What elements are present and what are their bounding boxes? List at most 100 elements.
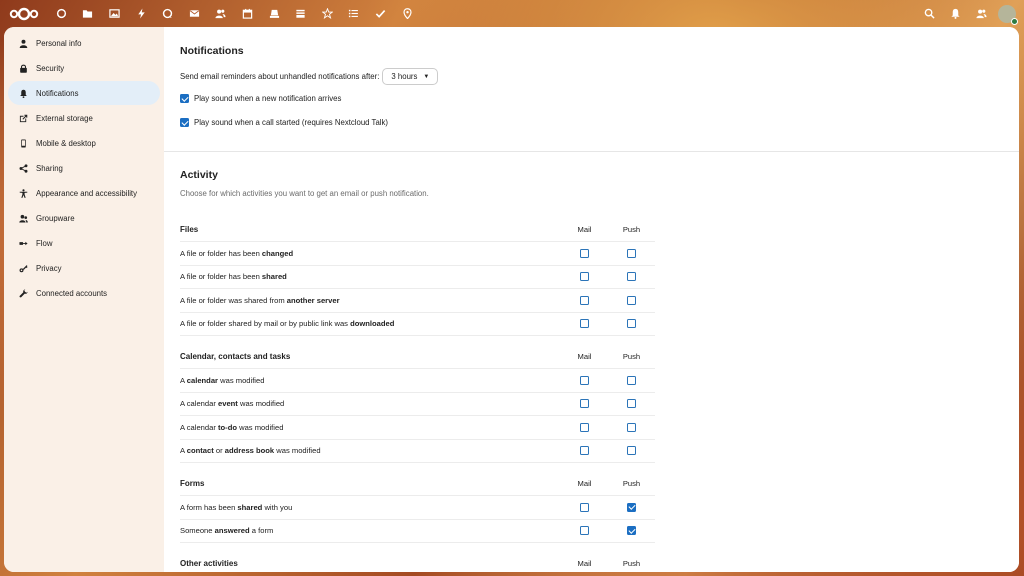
flow-icon bbox=[18, 238, 28, 248]
mail-cell bbox=[561, 375, 608, 385]
activity-row: A form has been shared with you bbox=[180, 496, 655, 520]
nextcloud-logo[interactable] bbox=[6, 0, 42, 27]
app-menu bbox=[48, 0, 420, 27]
push-checkbox[interactable] bbox=[627, 375, 636, 385]
dashboard-icon[interactable] bbox=[48, 0, 75, 27]
online-status-indicator bbox=[1011, 17, 1018, 25]
mail-icon[interactable] bbox=[181, 0, 208, 27]
activity-group-header: Files Mail Push bbox=[180, 218, 655, 242]
sidebar-item-appearance-and-accessibility[interactable]: Appearance and accessibility bbox=[8, 181, 160, 205]
section-divider bbox=[164, 151, 1019, 152]
play-sound-notification-row[interactable]: Play sound when a new notification arriv… bbox=[180, 94, 341, 103]
activity-row-label: A file or folder has been shared bbox=[180, 272, 561, 281]
mail-checkbox[interactable] bbox=[580, 422, 589, 432]
mail-checkbox[interactable] bbox=[580, 502, 589, 512]
mail-checkbox[interactable] bbox=[580, 248, 589, 258]
mail-checkbox[interactable] bbox=[580, 295, 589, 305]
mail-checkbox[interactable] bbox=[580, 272, 589, 282]
mail-checkbox[interactable] bbox=[580, 526, 589, 536]
activity-row: A calendar was modified bbox=[180, 369, 655, 393]
deck-icon[interactable] bbox=[287, 0, 314, 27]
activity-group-title: Forms bbox=[180, 479, 205, 488]
play-sound-notification-label: Play sound when a new notification arriv… bbox=[194, 94, 342, 103]
activity-row: A file or folder has been changed bbox=[180, 242, 655, 266]
wrench-icon bbox=[18, 288, 28, 298]
activity-row-text: was modified bbox=[237, 399, 285, 409]
sidebar-item-connected-accounts[interactable]: Connected accounts bbox=[8, 281, 160, 305]
avatar[interactable] bbox=[998, 4, 1018, 25]
mail-cell bbox=[561, 272, 608, 282]
mail-cell bbox=[561, 422, 608, 432]
activity-row-label: A file or folder has been changed bbox=[180, 249, 561, 258]
play-sound-call-checkbox[interactable] bbox=[180, 118, 189, 127]
play-sound-notification-checkbox[interactable] bbox=[180, 94, 189, 103]
mail-checkbox[interactable] bbox=[580, 446, 589, 456]
activity-settings-table: Files Mail Push A file or folder has been c… bbox=[180, 218, 655, 572]
share-icon bbox=[18, 163, 28, 173]
notifications-icon[interactable] bbox=[942, 0, 968, 27]
talk-icon[interactable] bbox=[154, 0, 181, 27]
chevron-down-icon: ▼ bbox=[423, 73, 430, 80]
activity-row-text: A file or folder has been bbox=[180, 248, 262, 258]
sidebar-item-mobile-desktop[interactable]: Mobile & desktop bbox=[8, 131, 160, 155]
activity-row-text: A file or folder shared by mail or by pu… bbox=[180, 319, 351, 329]
mail-column-label: Mail bbox=[577, 479, 592, 488]
activity-row-text: was modified bbox=[218, 375, 265, 385]
calendar-icon[interactable] bbox=[234, 0, 261, 27]
push-checkbox[interactable] bbox=[627, 272, 636, 282]
push-checkbox[interactable] bbox=[627, 526, 636, 536]
sidebar-item-security[interactable]: Security bbox=[8, 56, 160, 80]
mail-cell bbox=[561, 248, 608, 258]
mail-checkbox[interactable] bbox=[580, 399, 589, 409]
lock-icon bbox=[18, 63, 28, 73]
activity-row-text: A file or folder was shared from bbox=[180, 295, 287, 305]
search-icon[interactable] bbox=[916, 0, 942, 27]
activity-row-emphasis: to-do bbox=[218, 422, 237, 432]
activity-row: A file or folder shared by mail or by pu… bbox=[180, 313, 655, 336]
push-checkbox[interactable] bbox=[627, 319, 636, 329]
maps-icon[interactable] bbox=[394, 0, 421, 27]
notes-icon[interactable] bbox=[261, 0, 288, 27]
sidebar-item-groupware[interactable]: Groupware bbox=[8, 206, 160, 230]
tasks-check-icon[interactable] bbox=[367, 0, 394, 27]
activity-row-text: with you bbox=[262, 502, 293, 512]
sidebar-item-external-storage[interactable]: External storage bbox=[8, 106, 160, 130]
header bbox=[0, 0, 1024, 27]
activity-row-text: A bbox=[180, 446, 187, 456]
files-icon[interactable] bbox=[75, 0, 102, 27]
tasks-list-icon[interactable] bbox=[341, 0, 368, 27]
mail-checkbox[interactable] bbox=[580, 375, 589, 385]
forms-icon[interactable] bbox=[314, 0, 341, 27]
activity-row-text: was modified bbox=[236, 422, 284, 432]
activity-group-header: Other activities Mail Push bbox=[180, 552, 655, 572]
push-checkbox[interactable] bbox=[627, 502, 636, 512]
push-checkbox[interactable] bbox=[627, 399, 636, 409]
mail-checkbox[interactable] bbox=[580, 319, 589, 329]
sidebar-item-flow[interactable]: Flow bbox=[8, 231, 160, 255]
activity-icon[interactable] bbox=[128, 0, 155, 27]
contacts-icon[interactable] bbox=[208, 0, 235, 27]
activity-row-emphasis: answered bbox=[214, 526, 250, 536]
photos-icon[interactable] bbox=[101, 0, 128, 27]
email-reminder-select[interactable]: 3 hours ▼ bbox=[382, 68, 439, 85]
sidebar-item-notifications[interactable]: Notifications bbox=[8, 81, 160, 105]
push-column-label: Push bbox=[622, 225, 641, 234]
email-reminder-label: Send email reminders about unhandled not… bbox=[180, 72, 380, 81]
push-checkbox[interactable] bbox=[627, 248, 636, 258]
push-checkbox[interactable] bbox=[627, 422, 636, 432]
contacts-menu-icon[interactable] bbox=[968, 0, 994, 27]
activity-row-emphasis: calendar bbox=[186, 375, 219, 385]
push-cell bbox=[608, 375, 655, 385]
activity-row-text: a form bbox=[249, 526, 274, 536]
push-checkbox[interactable] bbox=[627, 446, 636, 456]
activity-row-text: A form has been bbox=[180, 502, 238, 512]
accessibility-icon bbox=[18, 188, 28, 198]
push-checkbox[interactable] bbox=[627, 295, 636, 305]
sidebar-item-personal-info[interactable]: Personal info bbox=[8, 31, 160, 55]
play-sound-call-label: Play sound when a call started (requires… bbox=[194, 118, 389, 127]
sidebar-item-sharing[interactable]: Sharing bbox=[8, 156, 160, 180]
activity-row-label: A calendar to-do was modified bbox=[180, 423, 561, 432]
sidebar-item-label: Appearance and accessibility bbox=[36, 188, 137, 198]
sidebar-item-privacy[interactable]: Privacy bbox=[8, 256, 160, 280]
play-sound-call-row[interactable]: Play sound when a call started (requires… bbox=[180, 118, 388, 127]
